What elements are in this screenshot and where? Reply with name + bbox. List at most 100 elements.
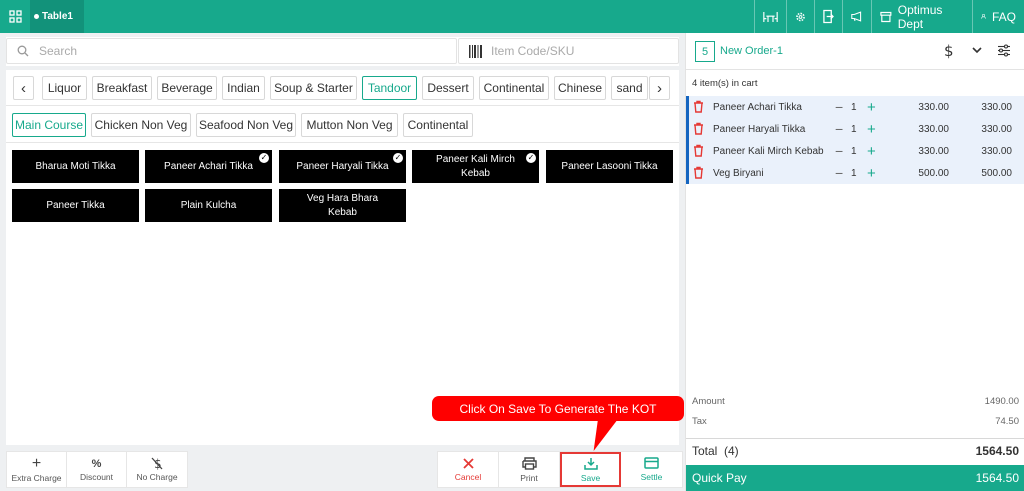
subcategory-tab-active[interactable]: Main Course bbox=[12, 113, 86, 137]
cart-item-qty: 1 bbox=[851, 123, 857, 135]
table-icon bbox=[763, 11, 778, 22]
minus-icon[interactable]: − bbox=[835, 143, 843, 159]
table-label: Table1 bbox=[42, 11, 73, 22]
amount-row: Amount 1490.00 bbox=[692, 396, 1019, 407]
subcategory-tab[interactable]: Seafood Non Veg bbox=[196, 113, 296, 137]
menu-item-label: Paneer Tikka bbox=[46, 199, 105, 211]
faq-button[interactable]: FAQ bbox=[972, 0, 1024, 33]
top-bar: Table1 Optimus Dept FAQ bbox=[0, 0, 1024, 33]
menu-item[interactable]: Paneer Lasooni Tikka bbox=[546, 150, 673, 183]
menu-item[interactable]: Bharua Moti Tikka bbox=[12, 150, 139, 183]
subcategory-tab[interactable]: Chicken Non Veg bbox=[91, 113, 191, 137]
category-tab[interactable]: Indian bbox=[222, 76, 265, 100]
category-tab-active[interactable]: Tandoor bbox=[362, 76, 417, 100]
total-label: Total (4) bbox=[692, 444, 739, 458]
menu-item[interactable]: Paneer Tikka bbox=[12, 189, 139, 222]
trash-icon[interactable] bbox=[693, 122, 704, 135]
trash-icon[interactable] bbox=[693, 144, 704, 157]
minus-icon[interactable]: − bbox=[835, 121, 843, 137]
print-label: Print bbox=[520, 472, 538, 483]
chevron-left-icon[interactable]: ‹ bbox=[13, 76, 34, 100]
dollar-icon[interactable]: $ bbox=[944, 43, 954, 59]
menu-item-label: Plain Kulcha bbox=[180, 199, 237, 211]
check-icon: ✓ bbox=[526, 153, 536, 163]
category-tab[interactable]: Chinese bbox=[554, 76, 606, 100]
category-tab[interactable]: Soup & Starter bbox=[270, 76, 357, 100]
menu-item[interactable]: Paneer Kali Mirch Kebab ✓ bbox=[412, 150, 539, 183]
cart-item-price: 330.00 bbox=[918, 145, 949, 157]
save-button[interactable]: Save bbox=[560, 452, 621, 487]
no-charge-button[interactable]: $ No Charge bbox=[127, 452, 187, 487]
category-tab[interactable]: Beverage bbox=[157, 76, 217, 100]
cart-item-total: 500.00 bbox=[981, 167, 1012, 179]
settle-label: Settle bbox=[640, 472, 663, 482]
plus-icon[interactable]: + bbox=[867, 121, 876, 138]
cart-item-name: Paneer Haryali Tikka bbox=[713, 123, 806, 135]
filter-sliders-icon[interactable] bbox=[997, 44, 1011, 57]
menu-item-label: Paneer Haryali Tikka bbox=[296, 160, 389, 172]
subcategory-tab[interactable]: Mutton Non Veg bbox=[301, 113, 398, 137]
sku-input[interactable]: Item Code/SKU bbox=[458, 38, 679, 64]
order-number-badge[interactable]: 5 bbox=[695, 41, 715, 62]
department-selector[interactable]: Optimus Dept bbox=[871, 0, 972, 33]
order-panel: 5 New Order-1 $ 4 item(s) in cart Paneer… bbox=[685, 33, 1024, 491]
trash-icon[interactable] bbox=[693, 100, 704, 113]
table-tab[interactable]: Table1 bbox=[30, 0, 84, 33]
menu-item-label: Veg Hara Bhara Kebab bbox=[306, 192, 379, 218]
download-icon bbox=[583, 457, 598, 470]
print-button[interactable]: Print bbox=[499, 452, 560, 487]
exit-door-icon bbox=[823, 9, 834, 24]
total-value: 1564.50 bbox=[975, 444, 1019, 458]
tables-button[interactable] bbox=[754, 0, 786, 33]
discount-button[interactable]: % Discount bbox=[67, 452, 127, 487]
total-row: Total (4) 1564.50 bbox=[686, 438, 1024, 463]
exit-button[interactable] bbox=[814, 0, 842, 33]
settle-button[interactable]: Settle bbox=[621, 452, 682, 487]
no-dollar-icon: $ bbox=[151, 457, 163, 470]
category-tab[interactable]: Continental bbox=[479, 76, 549, 100]
trash-icon[interactable] bbox=[693, 166, 704, 179]
cart-row: Paneer Achari Tikka − 1 + 330.00 330.00 bbox=[686, 96, 1024, 118]
menu-item[interactable]: Paneer Achari Tikka ✓ bbox=[145, 150, 272, 183]
amount-label: Amount bbox=[692, 396, 725, 407]
cancel-label: Cancel bbox=[454, 471, 482, 482]
category-tab[interactable]: Liquor bbox=[42, 76, 87, 100]
amount-value: 1490.00 bbox=[984, 396, 1019, 407]
card-icon bbox=[644, 457, 659, 469]
cancel-button[interactable]: Cancel bbox=[438, 452, 499, 487]
svg-text:$: $ bbox=[944, 43, 954, 59]
search-input[interactable]: Search bbox=[6, 38, 457, 64]
search-icon bbox=[17, 45, 29, 57]
category-tab[interactable]: Breakfast bbox=[92, 76, 152, 100]
plus-icon[interactable]: + bbox=[867, 165, 876, 182]
menu-item[interactable]: Veg Hara Bhara Kebab bbox=[279, 189, 406, 222]
category-tab[interactable]: sand bbox=[611, 76, 648, 100]
plus-icon: + bbox=[31, 454, 42, 472]
cart-item-total: 330.00 bbox=[981, 145, 1012, 157]
announcement-button[interactable] bbox=[842, 0, 871, 33]
chevron-right-icon[interactable]: › bbox=[649, 76, 670, 100]
subcategory-tab[interactable]: Continental bbox=[403, 113, 473, 137]
category-tab[interactable]: Dessert bbox=[422, 76, 474, 100]
table-status-dot bbox=[34, 14, 39, 19]
divider bbox=[6, 105, 679, 106]
store-icon bbox=[880, 11, 892, 22]
extra-charge-button[interactable]: + Extra Charge bbox=[7, 452, 67, 487]
chevron-down-icon[interactable] bbox=[972, 47, 982, 54]
plus-icon[interactable]: + bbox=[867, 99, 876, 116]
cart-row: Paneer Haryali Tikka − 1 + 330.00 330.00 bbox=[686, 118, 1024, 140]
sku-placeholder: Item Code/SKU bbox=[491, 44, 575, 58]
order-actions: Cancel Print Save Settle bbox=[437, 451, 683, 488]
grid-menu-icon[interactable] bbox=[0, 0, 30, 33]
menu-item[interactable]: Paneer Haryali Tikka ✓ bbox=[279, 150, 406, 183]
plus-icon[interactable]: + bbox=[867, 143, 876, 160]
minus-icon[interactable]: − bbox=[835, 165, 843, 181]
settings-button[interactable] bbox=[786, 0, 814, 33]
minus-icon[interactable]: − bbox=[835, 99, 843, 115]
menu-item-label: Paneer Achari Tikka bbox=[164, 160, 253, 172]
department-label: Optimus Dept bbox=[897, 2, 943, 31]
cart-item-price: 500.00 bbox=[918, 167, 949, 179]
cart-item-total: 330.00 bbox=[981, 123, 1012, 135]
quick-pay-button[interactable]: Quick Pay 1564.50 bbox=[686, 465, 1024, 491]
menu-item[interactable]: Plain Kulcha bbox=[145, 189, 272, 222]
